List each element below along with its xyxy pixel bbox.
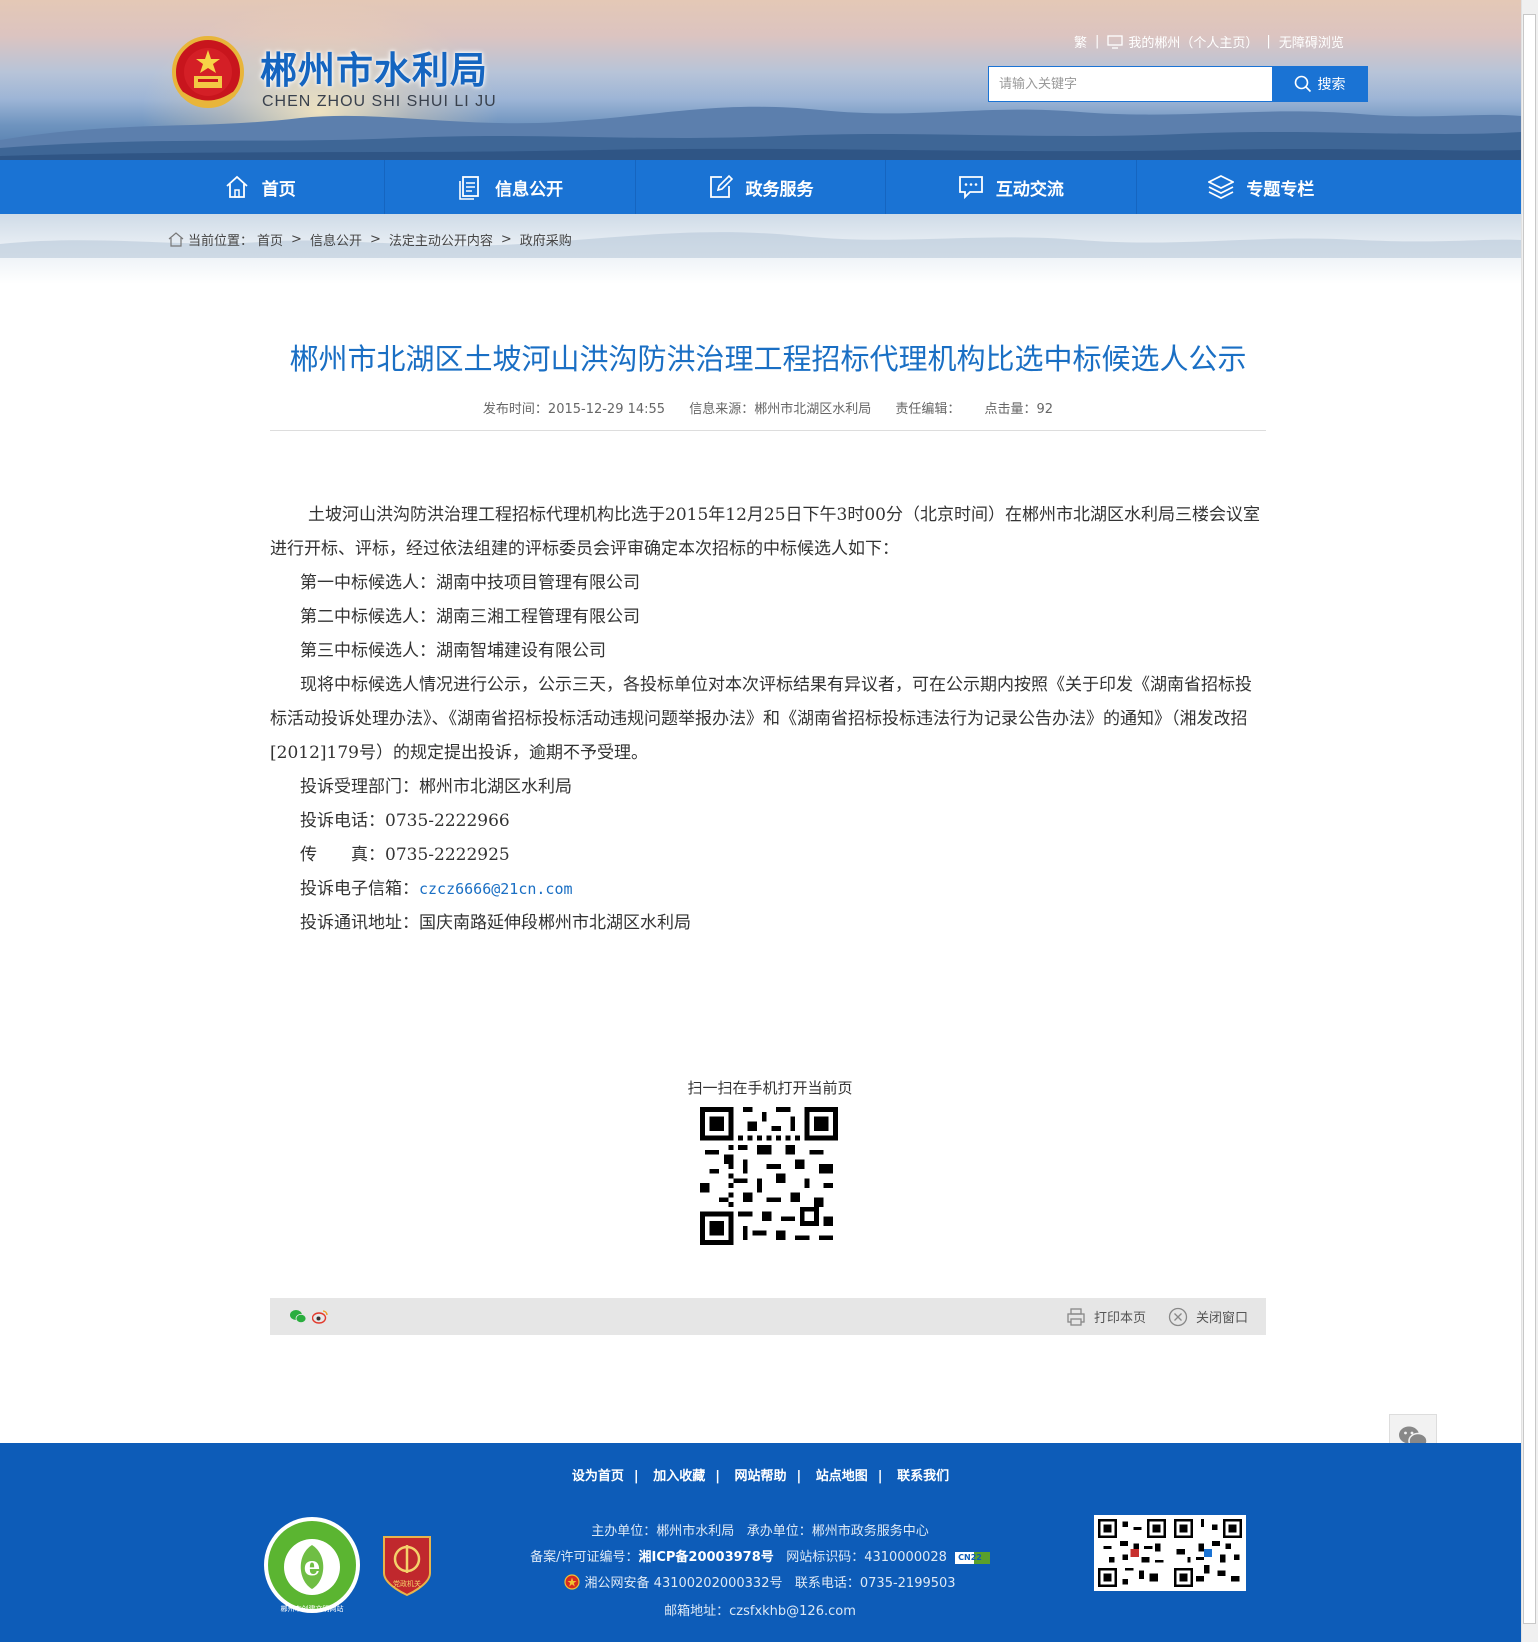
search-input[interactable]	[989, 67, 1272, 101]
breadcrumb-statutory-content[interactable]: 法定主动公开内容	[389, 230, 493, 249]
my-chenzhou-link[interactable]: 我的郴州（个人主页）	[1128, 32, 1258, 51]
footer-info: 主办单位：郴州市水利局 承办单位：郴州市政务服务中心 备案/许可证编号：湘ICP…	[460, 1519, 1060, 1625]
paragraph: 第三中标候选人：湖南智埔建设有限公司	[300, 641, 606, 661]
info-source: 信息来源：郴州市北湖区水利局	[689, 402, 872, 417]
footer: 设为首页 | 加入收藏 | 网站帮助 | 站点地图 | 联系我们 e 郴州市创建文明网站…	[0, 1443, 1521, 1642]
breadcrumb-home[interactable]: 首页	[257, 230, 283, 249]
nav-item-interaction[interactable]: 互动交流	[886, 160, 1137, 214]
qr-label: 扫一扫在手机打开当前页	[687, 1079, 853, 1097]
footer-links: 设为首页 | 加入收藏 | 网站帮助 | 站点地图 | 联系我们	[571, 1469, 950, 1484]
footer-link-help[interactable]: 网站帮助	[734, 1469, 786, 1484]
footer-icp-label: 备案/许可证编号：	[530, 1550, 639, 1565]
page-qr-code	[700, 1107, 838, 1245]
footer-site-code: 网站标识码：4310000028	[786, 1550, 947, 1565]
wechat-share-icon[interactable]	[290, 1309, 306, 1324]
document-icon	[459, 176, 480, 200]
nav-item-gov-services[interactable]: 政务服务	[636, 160, 887, 214]
paragraph-email: 投诉电子信箱：czcz6666@21cn.com	[270, 872, 1266, 906]
home-small-icon	[168, 232, 184, 247]
search-icon	[1294, 75, 1311, 93]
responsible-editor: 责任编辑：	[895, 402, 961, 417]
svg-text:e: e	[304, 1552, 321, 1582]
footer-sponsor: 主办单位：郴州市水利局	[591, 1524, 735, 1539]
footer-police[interactable]: 湘公网安备 43100202000332号	[585, 1576, 783, 1591]
nav-item-info-disclosure[interactable]: 信息公开	[385, 160, 636, 214]
footer-icp[interactable]: 湘ICP备20003978号	[639, 1550, 774, 1565]
weibo-share-icon[interactable]	[312, 1309, 328, 1324]
paragraph: 第二中标候选人：湖南三湘工程管理有限公司	[300, 607, 640, 627]
party-badge-text: 党政机关	[393, 1579, 421, 1588]
footer-link-sitemap[interactable]: 站点地图	[816, 1469, 868, 1484]
nav-item-label: 信息公开	[495, 179, 564, 200]
nav-item-special-topics[interactable]: 专题专栏	[1137, 160, 1386, 214]
footer-email: 邮箱地址：czsfxkhb@126.com	[664, 1604, 856, 1619]
main-nav: 首页 信息公开 政务服务 互动交流 专题专栏	[0, 160, 1521, 214]
footer-link-contact[interactable]: 联系我们	[897, 1469, 949, 1484]
breadcrumb-info-disclosure[interactable]: 信息公开	[310, 230, 362, 249]
footer-phone: 联系电话：0735-2199503	[794, 1576, 956, 1591]
paragraph: 投诉受理部门：郴州市北湖区水利局	[300, 777, 572, 797]
title-divider	[270, 430, 1266, 431]
paragraph: 现将中标候选人情况进行公示，公示三天，各投标单位对本次评标结果有异议者，可在公示…	[270, 675, 1252, 763]
nav-item-label: 政务服务	[745, 179, 814, 200]
close-window-button[interactable]: 关闭窗口	[1168, 1307, 1248, 1327]
paragraph: 第一中标候选人：湖南中技项目管理有限公司	[300, 573, 640, 593]
chat-icon	[959, 176, 983, 200]
share-buttons	[290, 1309, 328, 1324]
breadcrumb-background	[0, 214, 1521, 284]
cn-badge[interactable]: CN22	[955, 1551, 990, 1564]
header-banner: 郴州市水利局 CHEN ZHOU SHI SHUI LI JU 繁 | 我的郴州…	[0, 0, 1521, 160]
civilized-website-badge[interactable]: e 郴州市创建文明网站	[262, 1515, 362, 1615]
email-label: 投诉电子信箱：	[300, 879, 419, 899]
nav-item-label: 首页	[261, 179, 296, 200]
party-gov-badge[interactable]: 党政机关	[380, 1533, 434, 1597]
nav-item-label: 专题专栏	[1246, 179, 1315, 200]
breadcrumb-prefix: 当前位置：	[188, 234, 254, 249]
article-toolbar: 打印本页 关闭窗口	[270, 1298, 1266, 1335]
police-badge-icon	[564, 1574, 581, 1590]
article-meta: 发布时间：2015-12-29 14:55 信息来源：郴州市北湖区水利局 责任编…	[270, 398, 1266, 417]
paragraph: 传 真：0735-2222925	[300, 845, 510, 865]
print-icon	[1067, 1307, 1085, 1326]
scrollbar-thumb[interactable]	[1523, 14, 1536, 1624]
paragraph: 投诉电话：0735-2222966	[300, 811, 510, 831]
footer-qr-code-1	[1094, 1515, 1170, 1591]
site-subtitle: CHEN ZHOU SHI SHUI LI JU	[262, 93, 497, 110]
article-body: 土坡河山洪沟防洪治理工程招标代理机构比选于2015年12月25日下午3时00分（…	[270, 498, 1266, 940]
site-title[interactable]: 郴州市水利局	[260, 40, 488, 94]
view-count: 点击量：92	[984, 402, 1054, 417]
nav-item-home[interactable]: 首页	[135, 160, 386, 214]
traditional-chinese-link[interactable]: 繁	[1074, 32, 1087, 51]
paragraph: 投诉通讯地址：国庆南路延伸段郴州市北湖区水利局	[300, 913, 691, 933]
monitor-icon	[1107, 34, 1124, 49]
nav-item-label: 互动交流	[995, 179, 1064, 200]
top-links: 繁 | 我的郴州（个人主页） | 无障碍浏览	[1074, 32, 1344, 51]
edit-icon	[709, 174, 733, 198]
close-icon	[1168, 1307, 1188, 1326]
page: 郴州市水利局 CHEN ZHOU SHI SHUI LI JU 繁 | 我的郴州…	[0, 0, 1538, 1642]
accessible-browsing-link[interactable]: 无障碍浏览	[1279, 32, 1344, 51]
article-title: 郴州市北湖区土坡河山洪沟防洪治理工程招标代理机构比选中标候选人公示	[289, 342, 1247, 376]
national-emblem-icon	[172, 36, 244, 108]
badge-text: 郴州市创建文明网站	[281, 1604, 344, 1613]
publish-time: 发布时间：2015-12-29 14:55	[482, 402, 666, 417]
footer-organizer: 承办单位：郴州市政务服务中心	[746, 1524, 929, 1539]
paragraph: 土坡河山洪沟防洪治理工程招标代理机构比选于2015年12月25日下午3时00分（…	[270, 505, 1260, 559]
complaint-email-link[interactable]: czcz6666@21cn.com	[419, 880, 573, 898]
layers-icon	[1208, 175, 1235, 199]
search-button-label: 搜索	[1317, 77, 1346, 93]
footer-link-set-homepage[interactable]: 设为首页	[572, 1469, 624, 1484]
search-box: 搜索	[988, 66, 1368, 102]
footer-link-add-favorite[interactable]: 加入收藏	[653, 1469, 705, 1484]
print-label: 打印本页	[1093, 1311, 1146, 1326]
print-page-button[interactable]: 打印本页	[1066, 1307, 1146, 1327]
breadcrumb-gov-procurement[interactable]: 政府采购	[520, 230, 572, 249]
close-label: 关闭窗口	[1195, 1311, 1248, 1326]
search-button[interactable]: 搜索	[1272, 67, 1367, 101]
home-icon	[226, 175, 248, 198]
breadcrumb: 当前位置： 首页 > 信息公开 > 法定主动公开内容 > 政府采购	[168, 230, 572, 249]
footer-qr-code-2	[1170, 1515, 1246, 1591]
